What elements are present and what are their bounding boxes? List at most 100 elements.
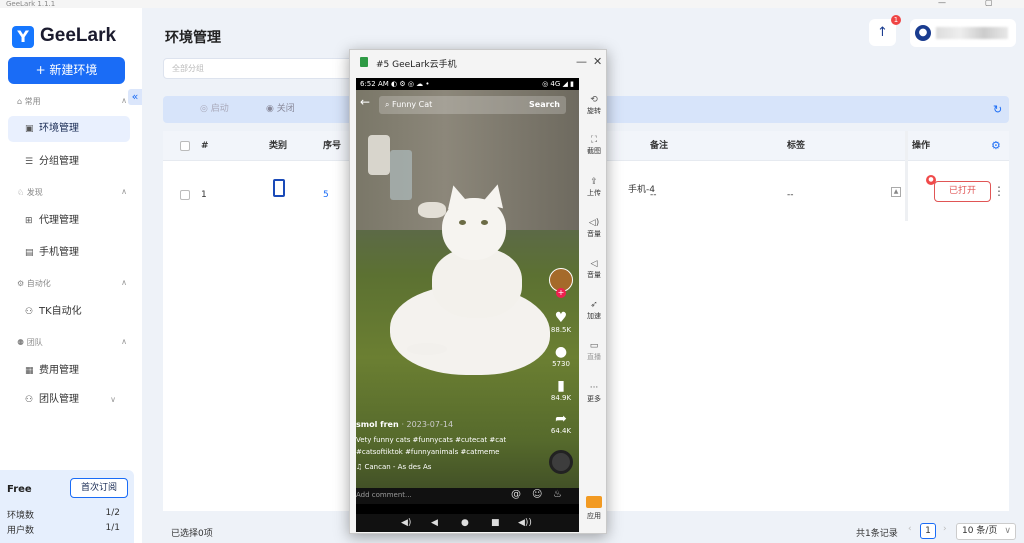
- refresh-icon[interactable]: ↻: [993, 103, 1002, 116]
- live-tool[interactable]: ▭ 直播: [581, 340, 607, 362]
- subscribe-button[interactable]: 首次订阅: [70, 478, 128, 498]
- back-icon[interactable]: ◀: [431, 514, 438, 532]
- comments-count: 5730: [552, 360, 570, 368]
- share-button[interactable]: ➦ 64.4K: [546, 411, 576, 435]
- cat-eye: [481, 220, 488, 225]
- phone-type-icon: [273, 179, 285, 197]
- close-icon[interactable]: ✕: [593, 55, 602, 68]
- minimize-icon[interactable]: —: [576, 55, 587, 68]
- speed-tool[interactable]: ➶ 加速: [581, 299, 607, 321]
- next-page-icon[interactable]: ›: [943, 524, 947, 534]
- search-button[interactable]: Search: [529, 96, 560, 114]
- volume-down-tool[interactable]: ◁ 音量: [581, 258, 607, 280]
- col-tags: 标签: [787, 141, 806, 151]
- page-title: 环境管理: [165, 30, 221, 46]
- sidebar-item-group[interactable]: ☰ 分组管理: [8, 149, 130, 175]
- opened-button[interactable]: 已打开: [934, 181, 991, 202]
- close-button[interactable]: ◉ 关闭: [266, 96, 295, 123]
- upload-tool[interactable]: ⇪ 上传: [581, 176, 607, 198]
- prev-page-icon[interactable]: ‹: [908, 524, 912, 534]
- plan-name: Free: [7, 484, 32, 495]
- row-index: 1: [201, 190, 207, 200]
- home-icon[interactable]: ●: [461, 514, 469, 532]
- minimize-icon[interactable]: —: [938, 0, 946, 7]
- column-settings-icon[interactable]: ⚙: [991, 139, 1001, 152]
- row-tags: --: [787, 190, 794, 200]
- volume-down-icon[interactable]: ◀): [401, 514, 411, 532]
- sidebar: Y GeeLark + 新建环境 « ⌂ 常用 ∧ ▣ 环境管理 ☰ 分组管理 ♘ 发…: [0, 8, 142, 543]
- like-button[interactable]: ♥ 88.5K: [546, 310, 576, 334]
- status-time: 6:52 AM: [360, 80, 389, 88]
- more-options-icon[interactable]: ⋮: [993, 184, 1005, 198]
- sidebar-item-phone[interactable]: ▤ 手机管理: [8, 240, 130, 266]
- rotate-icon: ⟲: [590, 95, 598, 105]
- group-team[interactable]: ⚉ 团队 ∧: [17, 337, 127, 348]
- post-date: · 2023-07-14: [401, 420, 454, 429]
- group-discover[interactable]: ♘ 发现 ∧: [17, 187, 127, 198]
- author-name: smol fren: [356, 420, 399, 429]
- chevron-down-icon: ∨: [110, 395, 116, 404]
- tool-label: 上传: [587, 189, 601, 197]
- save-button[interactable]: ▮ 84.9K: [546, 378, 576, 402]
- tool-label: 旋转: [587, 107, 601, 115]
- video-author[interactable]: smol fren · 2023-07-14: [356, 420, 546, 429]
- gift-icon[interactable]: ♨: [553, 489, 562, 500]
- page-size-label: 10 条/页: [962, 526, 998, 536]
- shares-count: 64.4K: [550, 427, 572, 435]
- rotate-tool[interactable]: ⟲ 旋转: [581, 94, 607, 116]
- user-menu[interactable]: ●: [910, 19, 1016, 47]
- apps-tool[interactable]: 应用: [581, 511, 607, 521]
- follow-plus-icon[interactable]: +: [556, 288, 566, 298]
- page-size-select[interactable]: 10 条/页 ∨: [956, 523, 1016, 540]
- music-disc-icon[interactable]: [549, 450, 573, 474]
- geelark-logo-icon: Y: [12, 26, 34, 48]
- group-common[interactable]: ⌂ 常用 ∧: [17, 96, 127, 107]
- sidebar-item-billing[interactable]: ▦ 费用管理: [8, 358, 130, 384]
- group-filter-select[interactable]: 全部分组: [163, 58, 353, 79]
- cloud-phone-window[interactable]: #5 GeeLark云手机 — ✕ 6:52 AM ◐ ⚙ ◎ ☁ • ◎ 4G …: [349, 49, 607, 534]
- screenshot-tool[interactable]: ⛶ 截图: [581, 134, 607, 156]
- android-navbar: ◀) ◀ ● ■ ◀)): [356, 514, 579, 532]
- tool-label: 音量: [587, 230, 601, 238]
- tool-label: 更多: [587, 395, 601, 403]
- cat-head: [442, 198, 506, 260]
- tiktok-search-bar[interactable]: ⌕ Funny Cat Search: [379, 96, 566, 114]
- comment-input[interactable]: Add comment...: [356, 491, 412, 499]
- recents-icon[interactable]: ■: [491, 514, 500, 532]
- status-right: ◎ 4G ◢ ▮: [542, 80, 574, 88]
- sidebar-item-proxy[interactable]: ⊞ 代理管理: [8, 208, 130, 234]
- group-automation[interactable]: ⚙ 自动化 ∧: [17, 278, 127, 289]
- maximize-icon[interactable]: ▢: [985, 0, 993, 7]
- sidebar-item-env[interactable]: ▣ 环境管理: [8, 116, 130, 142]
- at-icon[interactable]: @: [511, 489, 521, 500]
- volume-up-tool[interactable]: ◁) 音量: [581, 217, 607, 239]
- screenshot-icon: ⛶: [590, 135, 598, 145]
- image-icon[interactable]: ▲: [891, 187, 901, 197]
- group-label: 自动化: [26, 279, 51, 288]
- new-environment-button[interactable]: + 新建环境: [8, 57, 125, 84]
- list-icon: ☰: [25, 157, 34, 167]
- sidebar-item-team[interactable]: ⚇ 团队管理 ∨: [8, 387, 130, 413]
- apps-icon[interactable]: [586, 496, 602, 508]
- page-number-button[interactable]: 1: [920, 523, 936, 539]
- user-count-value: 1/1: [105, 523, 120, 533]
- row-checkbox[interactable]: [180, 190, 190, 200]
- music-label: ♫ Cancan - As des As: [356, 463, 432, 471]
- notification-badge: 1: [891, 15, 901, 25]
- bowl: [418, 202, 446, 218]
- comment-bar[interactable]: Add comment... @ ☺ ♨: [356, 488, 579, 504]
- more-tool[interactable]: ··· 更多: [581, 382, 607, 404]
- group-label: 常用: [24, 97, 41, 106]
- proxy-icon: ⊞: [25, 216, 33, 226]
- collapse-sidebar-icon[interactable]: «: [128, 89, 142, 105]
- phone-screen[interactable]: 6:52 AM ◐ ⚙ ◎ ☁ • ◎ 4G ◢ ▮ ← ⌕ Funny Cat S…: [356, 78, 579, 532]
- select-all-checkbox[interactable]: [180, 141, 190, 151]
- sidebar-item-tk[interactable]: ⚇ TK自动化: [8, 299, 130, 325]
- volume-up-icon[interactable]: ◀)): [518, 514, 532, 532]
- start-button[interactable]: ◎ 启动: [200, 96, 229, 123]
- chevron-up-icon: ∧: [121, 337, 127, 346]
- back-arrow-icon[interactable]: ←: [360, 95, 370, 109]
- emoji-icon[interactable]: ☺: [532, 489, 542, 500]
- comment-button[interactable]: ● 5730: [546, 344, 576, 368]
- cat-eye: [459, 220, 466, 225]
